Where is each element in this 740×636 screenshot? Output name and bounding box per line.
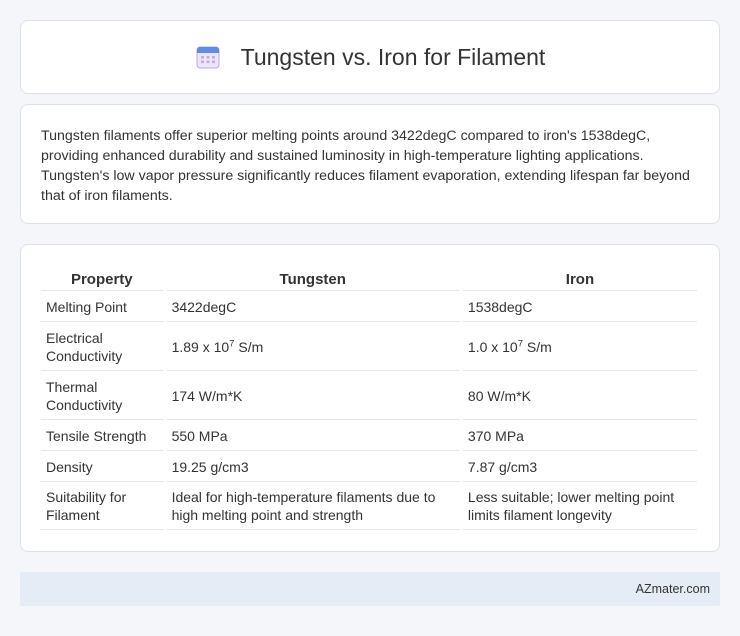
iron-cell: Less suitable; lower melting point limit…: [462, 482, 697, 530]
comparison-table: Property Tungsten Iron Melting Point 342…: [37, 265, 701, 530]
intro-paragraph: Tungsten filaments offer superior meltin…: [41, 128, 690, 204]
title-card: Tungsten vs. Iron for Filament: [20, 20, 720, 94]
property-cell: Electrical Conductivity: [41, 322, 163, 371]
iron-cell: 1538degC: [462, 291, 697, 322]
tungsten-conductivity-unit: S/m: [234, 338, 264, 355]
title-wrap: Tungsten vs. Iron for Filament: [195, 43, 546, 71]
iron-conductivity-base: 1.0 x 10: [467, 338, 518, 355]
iron-cell: 7.87 g/cm3: [462, 451, 697, 482]
tungsten-cell: 550 MPa: [166, 420, 459, 451]
header-iron: Iron: [462, 265, 697, 291]
tungsten-cell: 1.89 x 107 S/m: [166, 322, 459, 371]
table-row: Melting Point 3422degC 1538degC: [41, 291, 697, 322]
intro-card: Tungsten filaments offer superior meltin…: [20, 104, 720, 224]
table-row: Tensile Strength 550 MPa 370 MPa: [41, 420, 697, 451]
tungsten-cell: 3422degC: [166, 291, 459, 322]
property-cell: Melting Point: [41, 291, 163, 322]
footer-source-link[interactable]: AZmater.com: [636, 582, 710, 596]
table-header-row: Property Tungsten Iron: [41, 265, 697, 291]
iron-cell: 1.0 x 107 S/m: [462, 322, 697, 371]
comparison-table-card: Property Tungsten Iron Melting Point 342…: [20, 244, 720, 552]
table-row: Suitability for Filament Ideal for high-…: [41, 482, 697, 530]
iron-cell: 370 MPa: [462, 420, 697, 451]
footer: AZmater.com: [20, 572, 720, 606]
table-row: Density 19.25 g/cm3 7.87 g/cm3: [41, 451, 697, 482]
property-cell: Tensile Strength: [41, 420, 163, 451]
iron-cell: 80 W/m*K: [462, 371, 697, 420]
table-row: Thermal Conductivity 174 W/m*K 80 W/m*K: [41, 371, 697, 420]
header-property: Property: [41, 265, 163, 291]
tungsten-cell: 174 W/m*K: [166, 371, 459, 420]
header-tungsten: Tungsten: [166, 265, 459, 291]
property-cell: Density: [41, 451, 163, 482]
tungsten-cell: 19.25 g/cm3: [166, 451, 459, 482]
property-cell: Suitability for Filament: [41, 482, 163, 530]
page-title: Tungsten vs. Iron for Filament: [240, 43, 546, 70]
iron-conductivity-unit: S/m: [523, 338, 552, 355]
table-row: Electrical Conductivity 1.89 x 107 S/m 1…: [41, 322, 697, 371]
tungsten-conductivity-base: 1.89 x 10: [171, 338, 230, 355]
tungsten-cell: Ideal for high-temperature filaments due…: [166, 482, 459, 530]
calendar-icon: [195, 44, 221, 70]
property-cell: Thermal Conductivity: [41, 371, 163, 420]
